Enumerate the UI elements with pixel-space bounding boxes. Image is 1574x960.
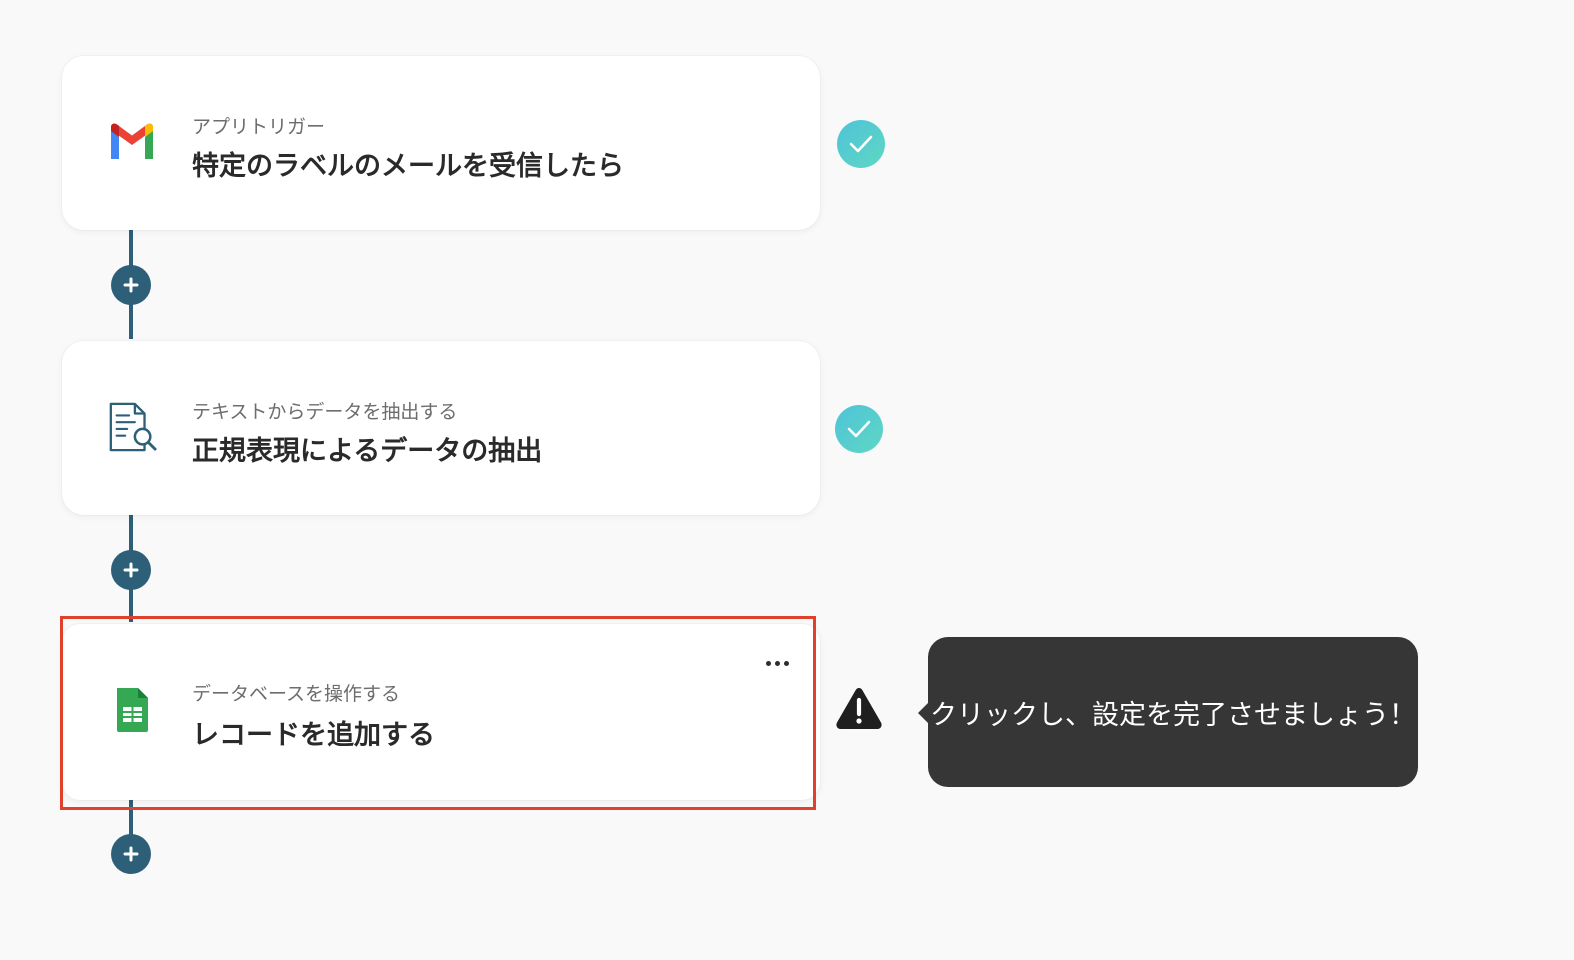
document-search-icon [106, 401, 158, 453]
plus-icon [123, 562, 139, 578]
more-dot [774, 660, 780, 666]
plus-icon [123, 846, 139, 862]
step-complete-badge [837, 120, 885, 168]
step-title: レコードを追加する [192, 720, 435, 751]
setup-tooltip: クリックし、設定を完了させましょう！ [928, 637, 1418, 787]
plus-icon [123, 277, 139, 293]
google-sheets-icon [106, 684, 158, 736]
step-title: 正規表現によるデータの抽出 [192, 436, 543, 467]
step-subtitle: テキストからデータを抽出する [192, 401, 458, 423]
tooltip-text: クリックし、設定を完了させましょう！ [930, 699, 1416, 731]
more-dot [765, 660, 771, 666]
step-complete-badge [835, 405, 883, 453]
gmail-icon [106, 116, 158, 168]
check-icon [849, 135, 873, 153]
warning-icon [834, 685, 884, 731]
connector-line [129, 800, 133, 838]
flow-step-extract[interactable]: テキストからデータを抽出する 正規表現によるデータの抽出 [62, 341, 820, 515]
add-step-button[interactable] [111, 265, 151, 305]
check-icon [847, 420, 871, 438]
step-title: 特定のラベルのメールを受信したら [192, 151, 624, 182]
step-subtitle: データベースを操作する [192, 683, 401, 705]
more-options-button[interactable] [760, 650, 794, 676]
add-step-button[interactable] [111, 550, 151, 590]
step-subtitle: アプリトリガー [192, 116, 326, 138]
more-dot [783, 660, 789, 666]
flow-step-trigger[interactable]: アプリトリガー 特定のラベルのメールを受信したら [62, 56, 820, 230]
add-step-button[interactable] [111, 834, 151, 874]
flow-step-add-record[interactable]: データベースを操作する レコードを追加する [62, 624, 820, 800]
